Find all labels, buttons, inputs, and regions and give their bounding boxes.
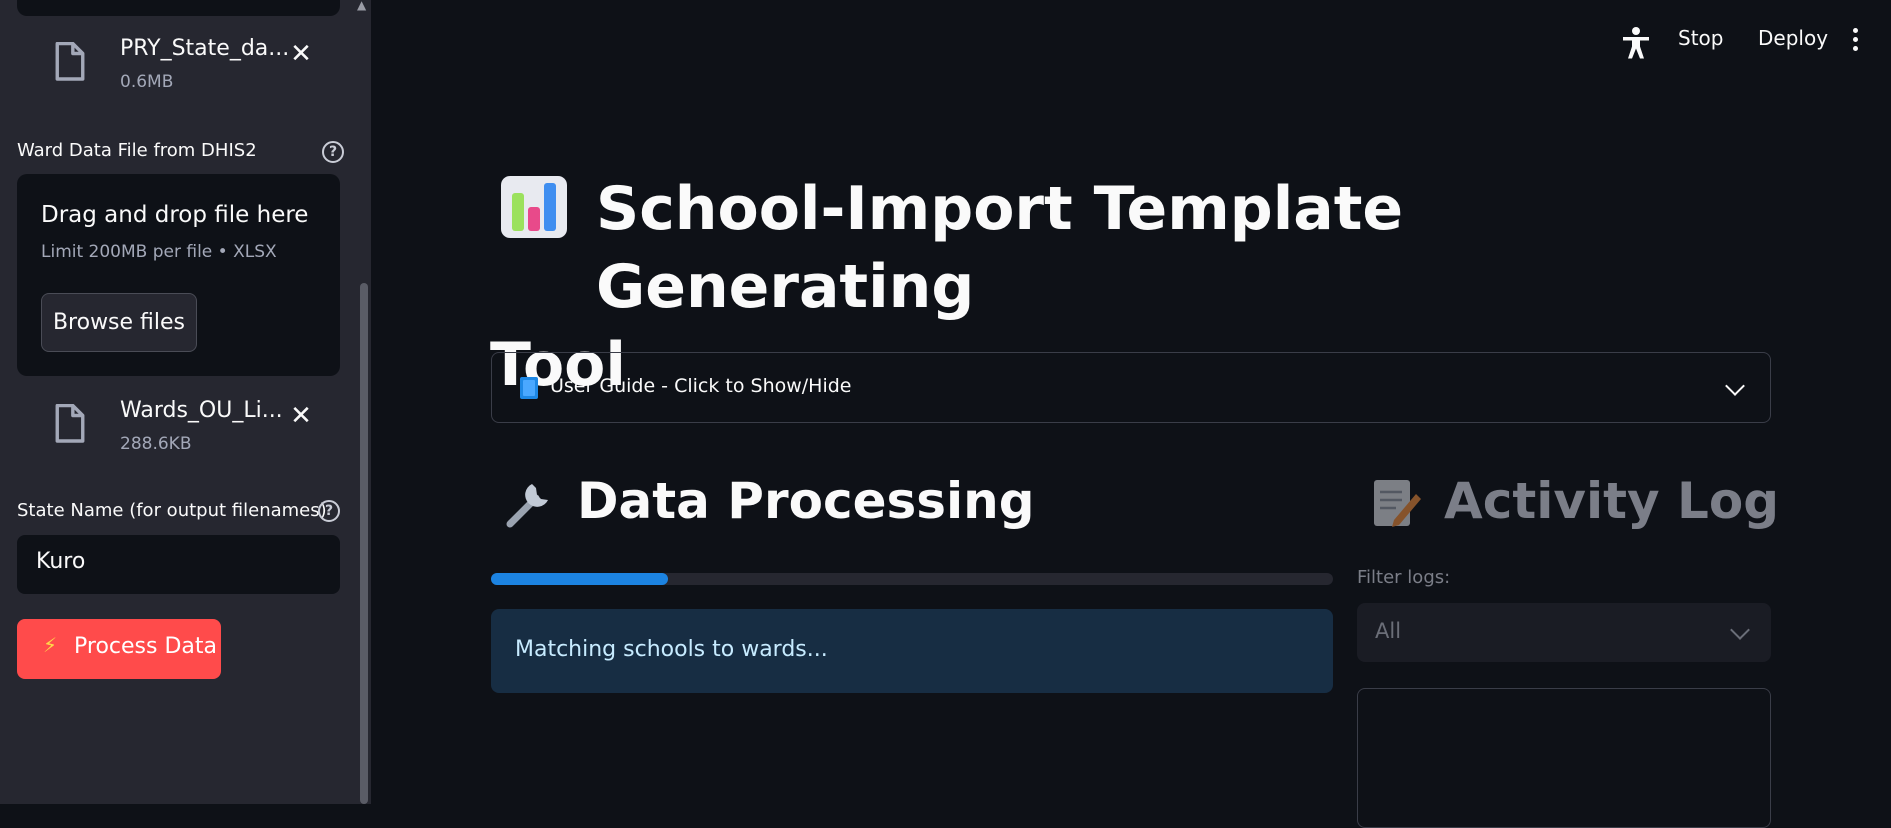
progress-bar <box>491 573 1333 585</box>
dropzone-limit: Limit 200MB per file • XLSX <box>41 242 277 262</box>
status-info-box: Matching schools to wards... <box>491 609 1333 693</box>
data-processing-heading: Data Processing <box>577 472 1035 530</box>
process-data-button[interactable]: ⚡ Process Data <box>17 619 221 679</box>
sidebar: PRY_State_da... 0.6MB ✕ Ward Data File f… <box>0 0 371 804</box>
ward-upload-label: Ward Data File from DHIS2 <box>17 140 257 161</box>
remove-file-close-icon[interactable]: ✕ <box>287 402 315 430</box>
accessibility-icon[interactable] <box>1620 26 1652 60</box>
file-name: Wards_OU_Li... <box>120 398 283 423</box>
user-guide-expander[interactable]: User Guide - Click to Show/Hide <box>491 352 1771 423</box>
sidebar-scrollbar[interactable] <box>360 283 368 804</box>
scroll-up-arrow-icon[interactable]: ▲ <box>357 0 366 12</box>
file-icon <box>55 404 85 443</box>
user-guide-label: User Guide - Click to Show/Hide <box>550 375 852 397</box>
state-name-value: Kuro <box>36 549 86 574</box>
filter-logs-label: Filter logs: <box>1357 567 1451 588</box>
log-filter-value: All <box>1375 619 1402 643</box>
memo-icon <box>1374 480 1421 527</box>
browse-files-button[interactable]: Browse files <box>41 293 197 352</box>
process-data-label: Process Data <box>74 634 217 659</box>
deploy-button[interactable]: Deploy <box>1758 26 1828 50</box>
state-name-input[interactable]: Kuro <box>17 535 340 594</box>
wrench-icon <box>506 484 548 528</box>
ward-file-dropzone[interactable]: Drag and drop file here Limit 200MB per … <box>17 174 340 376</box>
help-icon[interactable]: ? <box>318 500 340 522</box>
remove-file-close-icon[interactable]: ✕ <box>287 40 315 68</box>
main-menu-icon[interactable] <box>1849 28 1861 54</box>
page-title-line1: School-Import Template Generating <box>596 174 1404 322</box>
log-filter-select[interactable]: All <box>1357 603 1771 662</box>
blue-book-icon <box>520 377 538 399</box>
chevron-down-icon <box>1725 376 1745 396</box>
chevron-down-icon <box>1730 620 1750 640</box>
status-message: Matching schools to wards... <box>515 637 828 662</box>
dropzone-title: Drag and drop file here <box>41 202 309 228</box>
lightning-icon: ⚡ <box>43 633 58 657</box>
file-name: PRY_State_da... <box>120 36 290 61</box>
help-icon[interactable]: ? <box>322 141 344 163</box>
uploaded-file-item: PRY_State_da... 0.6MB ✕ <box>17 36 340 98</box>
file-size: 0.6MB <box>120 72 174 92</box>
activity-log-heading: Activity Log <box>1444 472 1780 530</box>
state-name-label: State Name (for output filenames) <box>17 500 327 521</box>
stop-button[interactable]: Stop <box>1678 26 1723 50</box>
activity-log-box <box>1357 688 1771 828</box>
previous-dropzone[interactable] <box>17 0 340 16</box>
file-size: 288.6KB <box>120 434 192 454</box>
file-icon <box>55 42 85 81</box>
uploaded-file-item: Wards_OU_Li... 288.6KB ✕ <box>17 398 340 460</box>
progress-bar-fill <box>491 573 668 585</box>
